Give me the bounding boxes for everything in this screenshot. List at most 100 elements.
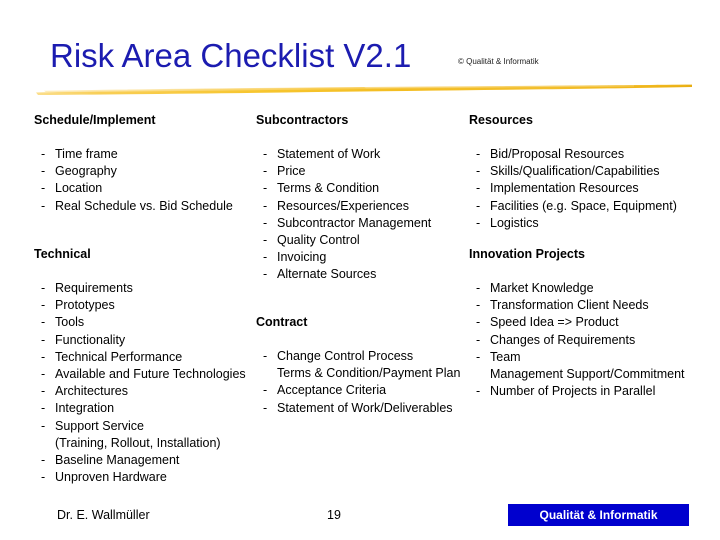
column-innovation-projects: Innovation Projects - Market Knowledge -… xyxy=(469,246,685,400)
list-item-label: Unproven Hardware xyxy=(55,470,167,485)
list-item-label: Architectures xyxy=(55,384,128,399)
column-technical: Technical - Requirements - Prototypes - … xyxy=(34,246,246,486)
bullet-dash-icon: - xyxy=(263,383,268,398)
list-item-continuation: (Training, Rollout, Installation) xyxy=(34,435,246,452)
list-resources: - Bid/Proposal Resources - Skills/Qualif… xyxy=(469,146,677,232)
slide: Risk Area Checklist V2.1 © Qualität & In… xyxy=(0,0,720,540)
section-heading-innovation-projects: Innovation Projects xyxy=(469,247,585,261)
list-item: - Architectures xyxy=(34,383,246,400)
list-item: - Alternate Sources xyxy=(256,266,431,283)
section-heading-resources: Resources xyxy=(469,113,533,127)
list-item-label: Geography xyxy=(55,164,117,179)
list-item-label: Invoicing xyxy=(277,250,327,265)
list-item-continuation-label: (Training, Rollout, Installation) xyxy=(55,435,221,450)
bullet-dash-icon: - xyxy=(476,298,481,313)
list-item: Management Support/Commitment xyxy=(469,366,685,383)
bullet-dash-icon: - xyxy=(476,181,481,196)
bullet-dash-icon: - xyxy=(263,349,268,363)
list-item: - Invoicing xyxy=(256,249,431,266)
bullet-dash-icon: - xyxy=(476,198,481,213)
list-item: - Skills/Qualification/Capabilities xyxy=(469,163,677,180)
list-item-label: Change Control Process xyxy=(277,349,414,363)
list-item: - Facilities (e.g. Space, Equipment) xyxy=(469,198,677,215)
list-item-label: Management Support/Commitment xyxy=(490,367,685,382)
list-item-label: Statement of Work xyxy=(277,147,381,161)
list-contract: - Change Control Process Terms & Conditi… xyxy=(256,348,460,417)
bullet-dash-icon: - xyxy=(41,315,46,330)
list-item: - Price xyxy=(256,163,431,180)
bullet-dash-icon: - xyxy=(263,267,268,282)
list-item-label: Functionality xyxy=(55,332,126,347)
list-item: - Support Service xyxy=(34,418,246,435)
bullet-dash-icon: - xyxy=(41,384,46,399)
bullet-dash-icon: - xyxy=(263,164,268,179)
footer-company-logo: Qualität & Informatik xyxy=(508,504,689,526)
column-subcontractors: Subcontractors - Statement of Work - Pri… xyxy=(256,112,431,284)
bullet-dash-icon: - xyxy=(41,418,46,433)
bullet-dash-icon: - xyxy=(41,401,46,416)
checklist-content: Schedule/Implement - Time frame - Geogra… xyxy=(0,0,720,540)
section-heading-subcontractors: Subcontractors xyxy=(256,113,349,127)
list-item: - Number of Projects in Parallel xyxy=(469,383,685,400)
list-item-label: Alternate Sources xyxy=(277,267,377,282)
footer-page-number: 19 xyxy=(327,508,341,522)
bullet-dash-icon: - xyxy=(263,181,268,196)
bullet-dash-icon: - xyxy=(476,281,481,295)
bullet-dash-icon: - xyxy=(476,349,481,364)
bullet-dash-icon: - xyxy=(41,298,46,313)
bullet-dash-icon: - xyxy=(476,164,481,179)
list-item-label: Statement of Work/Deliverables xyxy=(277,400,453,415)
list-item-label: Acceptance Criteria xyxy=(277,383,387,398)
list-subcontractors: - Statement of Work - Price - Terms & Co… xyxy=(256,146,431,284)
list-item-label: Terms & Condition xyxy=(277,181,380,196)
list-item: - Baseline Management xyxy=(34,452,246,469)
list-item: - Speed Idea => Product xyxy=(469,314,685,331)
list-item: - Geography xyxy=(34,163,233,180)
section-heading-schedule-implement: Schedule/Implement xyxy=(34,113,156,127)
bullet-dash-icon: - xyxy=(263,215,268,230)
list-item-label: Transformation Client Needs xyxy=(490,298,649,313)
list-item: - Team xyxy=(469,349,685,366)
bullet-dash-icon: - xyxy=(41,332,46,347)
list-item: - Bid/Proposal Resources xyxy=(469,146,677,163)
list-item: - Statement of Work/Deliverables xyxy=(256,400,460,417)
list-item-label: Changes of Requirements xyxy=(490,332,636,347)
bullet-dash-icon: - xyxy=(263,233,268,248)
heading-spacer xyxy=(256,129,431,146)
bullet-dash-icon: - xyxy=(41,453,46,468)
list-item: - Requirements xyxy=(34,280,246,297)
list-item-label: Prototypes xyxy=(55,298,115,313)
list-item: - Terms & Condition xyxy=(256,180,431,197)
bullet-dash-icon: - xyxy=(41,281,46,295)
list-item-label: Requirements xyxy=(55,281,133,295)
bullet-dash-icon: - xyxy=(476,332,481,347)
list-item-label: Support Service xyxy=(55,418,144,433)
list-item: - Logistics xyxy=(469,215,677,232)
list-item-label: Skills/Qualification/Capabilities xyxy=(490,164,660,179)
bullet-dash-icon: - xyxy=(41,147,46,161)
list-item-label: Number of Projects in Parallel xyxy=(490,384,656,399)
bullet-dash-icon: - xyxy=(41,164,46,179)
column-schedule-implement: Schedule/Implement - Time frame - Geogra… xyxy=(34,112,233,215)
footer-author: Dr. E. Wallmüller xyxy=(57,508,150,522)
heading-spacer xyxy=(469,129,677,146)
list-innovation-projects: - Market Knowledge - Transformation Clie… xyxy=(469,280,685,400)
bullet-dash-icon: - xyxy=(41,367,46,382)
list-item-label: Resources/Experiences xyxy=(277,198,410,213)
list-item-label: Tools xyxy=(55,315,85,330)
list-item: - Time frame xyxy=(34,146,233,163)
list-item: - Functionality xyxy=(34,332,246,349)
list-item-label: Bid/Proposal Resources xyxy=(490,147,625,161)
list-item: Terms & Condition/Payment Plan xyxy=(256,365,460,382)
list-item: - Implementation Resources xyxy=(469,180,677,197)
bullet-dash-icon: - xyxy=(41,470,46,485)
bullet-dash-icon: - xyxy=(476,315,481,330)
section-heading-technical: Technical xyxy=(34,247,91,261)
list-technical: - Requirements - Prototypes - Tools - Fu… xyxy=(34,280,246,486)
list-item: - Subcontractor Management xyxy=(256,215,431,232)
list-item: - Tools xyxy=(34,314,246,331)
heading-spacer xyxy=(469,263,685,280)
list-item-label: Integration xyxy=(55,401,115,416)
list-item: - Quality Control xyxy=(256,232,431,249)
bullet-dash-icon: - xyxy=(263,400,268,415)
